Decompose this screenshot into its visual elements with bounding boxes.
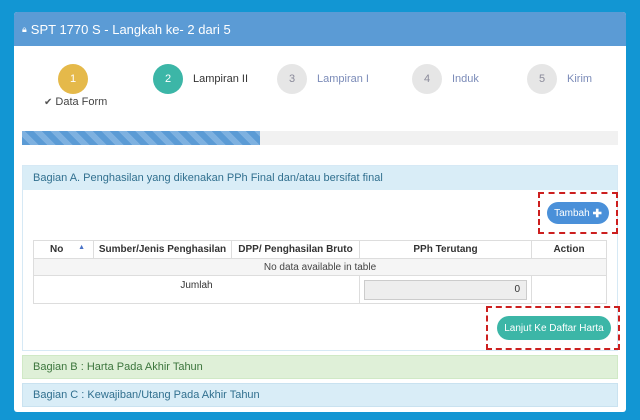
table-row: No data available in table bbox=[33, 258, 607, 276]
total-value: 0 bbox=[364, 279, 527, 300]
total-action-cell bbox=[531, 275, 607, 304]
check-icon: ✔ bbox=[44, 97, 53, 108]
step-1-sub-label: ✔ Data Form bbox=[44, 96, 107, 108]
step-5-circle: 5 bbox=[527, 64, 557, 94]
step-5-label: Kirim bbox=[567, 73, 593, 85]
lock-icon: 🔒︎ bbox=[22, 23, 27, 34]
section-a: Bagian A. Penghasilan yang dikenakan PPh… bbox=[22, 165, 620, 351]
step-3[interactable]: 3 Lampiran I bbox=[277, 64, 369, 94]
add-button[interactable]: Tambah ✚ bbox=[547, 202, 609, 224]
panel-header: 🔒︎ SPT 1770 S - Langkah ke- 2 dari 5 bbox=[14, 12, 626, 46]
step-4[interactable]: 4 Induk bbox=[412, 64, 479, 94]
section-c-title[interactable]: Bagian C : Kewajiban/Utang Pada Akhir Ta… bbox=[22, 383, 618, 407]
wizard-stepper: 1 2 Lampiran II 3 Lampiran I 4 Induk 5 K… bbox=[14, 46, 626, 126]
section-b-title[interactable]: Bagian B : Harta Pada Akhir Tahun bbox=[22, 355, 618, 379]
page-title: SPT 1770 S - Langkah ke- 2 dari 5 bbox=[30, 21, 231, 37]
total-cell: 0 bbox=[359, 275, 532, 304]
plus-icon: ✚ bbox=[592, 207, 602, 220]
step-3-circle: 3 bbox=[277, 64, 307, 94]
spt-form-panel: 🔒︎ SPT 1770 S - Langkah ke- 2 dari 5 1 2… bbox=[14, 12, 626, 412]
section-a-title[interactable]: Bagian A. Penghasilan yang dikenakan PPh… bbox=[23, 166, 617, 190]
col-source[interactable]: Sumber/Jenis Penghasilan bbox=[93, 240, 232, 259]
sort-asc-icon: ▲ bbox=[78, 244, 85, 251]
progress-fill bbox=[22, 131, 261, 145]
step-5[interactable]: 5 Kirim bbox=[527, 64, 592, 94]
step-1-sub-text: Data Form bbox=[55, 96, 108, 108]
empty-message: No data available in table bbox=[33, 258, 607, 276]
step-1[interactable]: 1 bbox=[58, 64, 88, 94]
step-2-circle: 2 bbox=[153, 64, 183, 94]
total-row: Jumlah 0 bbox=[33, 275, 607, 304]
step-2-label: Lampiran II bbox=[193, 73, 249, 85]
step-4-label: Induk bbox=[452, 73, 479, 85]
col-no[interactable]: No ▲ bbox=[33, 240, 94, 259]
col-no-label: No bbox=[50, 244, 64, 255]
step-4-circle: 4 bbox=[412, 64, 442, 94]
income-table: No ▲ Sumber/Jenis Penghasilan DPP/ Pengha… bbox=[33, 240, 607, 304]
next-to-assets-button[interactable]: Lanjut Ke Daftar Harta bbox=[497, 316, 611, 340]
add-button-label: Tambah bbox=[554, 207, 590, 219]
step-3-label: Lampiran I bbox=[317, 73, 369, 85]
step-2[interactable]: 2 Lampiran II bbox=[153, 64, 248, 94]
progress-bar bbox=[22, 131, 618, 145]
step-1-circle: 1 bbox=[58, 64, 88, 94]
total-label: Jumlah bbox=[33, 275, 360, 304]
col-action[interactable]: Action bbox=[531, 240, 607, 259]
col-dpp[interactable]: DPP/ Penghasilan Bruto bbox=[231, 240, 360, 259]
col-pph[interactable]: PPh Terutang bbox=[359, 240, 532, 259]
